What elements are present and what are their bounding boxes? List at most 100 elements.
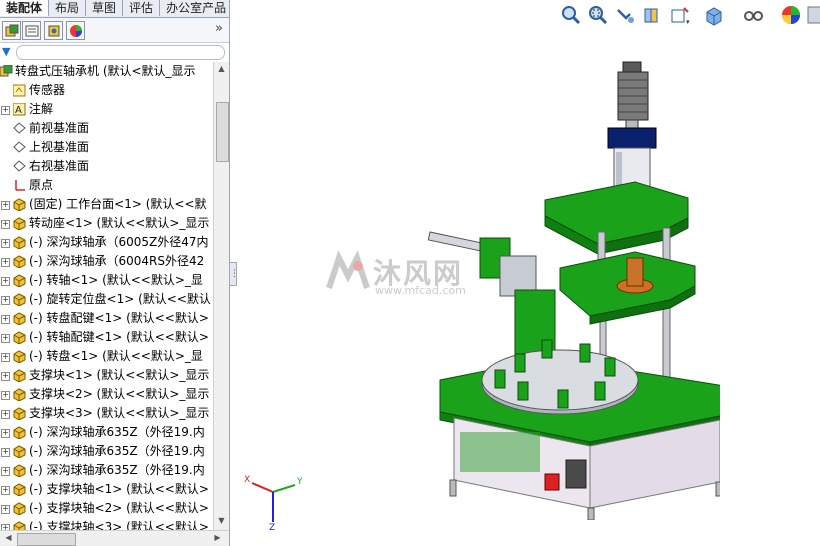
- zoom-to-fit-icon[interactable]: [560, 4, 582, 26]
- expand-toggle-icon[interactable]: +: [1, 372, 10, 381]
- previous-view-icon[interactable]: [614, 4, 636, 26]
- panel-splitter-handle[interactable]: ⋮: [229, 262, 239, 286]
- expand-toggle-icon[interactable]: +: [1, 429, 10, 438]
- feature-manager-panel: 装配体 布局 草图 评估 办公室产品 » ▼ 转盘式压轴承机 (默认<默认_显示…: [0, 0, 230, 546]
- tree-item-label: 转动座<1> (默认<<默认>_显示: [29, 216, 210, 230]
- annotation-icon: A: [13, 103, 26, 116]
- tab-assembly[interactable]: 装配体: [0, 0, 50, 16]
- coordinate-triad: X Y Z: [244, 475, 303, 530]
- part-icon: [13, 426, 26, 439]
- part-icon: [13, 502, 26, 515]
- part-icon: [13, 483, 26, 496]
- vertical-scroll-thumb[interactable]: [216, 102, 229, 162]
- expand-toggle-icon[interactable]: +: [1, 353, 10, 362]
- more-tabs-chevron-icon[interactable]: »: [215, 21, 223, 36]
- property-manager-tab-icon[interactable]: [22, 21, 41, 40]
- tab-office-products[interactable]: 办公室产品: [160, 0, 229, 16]
- tree-item[interactable]: 原点: [0, 176, 214, 195]
- scene-icon[interactable]: [806, 4, 820, 26]
- tree-item[interactable]: + (固定) 工作台面<1> (默认<<默: [0, 195, 214, 214]
- part-icon: [13, 255, 26, 268]
- expand-toggle-icon[interactable]: +: [1, 296, 10, 305]
- part-icon: [13, 331, 26, 344]
- tree-item[interactable]: 前视基准面: [0, 119, 214, 138]
- filter-icon[interactable]: ▼: [2, 45, 10, 58]
- display-style-icon[interactable]: [704, 4, 726, 26]
- tree-item[interactable]: + (-) 深沟球轴承635Z（外径19.内: [0, 442, 214, 461]
- tree-item[interactable]: + A 注解: [0, 100, 214, 119]
- part-icon: [13, 445, 26, 458]
- tree-item[interactable]: + 支撑块<3> (默认<<默认>_显示: [0, 404, 214, 423]
- appearance-icon[interactable]: [780, 4, 802, 26]
- expand-toggle-icon[interactable]: +: [1, 448, 10, 457]
- tree-item[interactable]: 右视基准面: [0, 157, 214, 176]
- hide-show-items-icon[interactable]: [742, 4, 764, 26]
- tree-item[interactable]: + (-) 支撑块轴<3> (默认<<默认>: [0, 518, 214, 530]
- tree-item-label: 支撑块<1> (默认<<默认>_显示: [29, 368, 210, 382]
- part-icon: [13, 369, 26, 382]
- tree-item-label: (-) 深沟球轴承（6004RS外径42: [29, 254, 205, 268]
- view-orientation-icon[interactable]: ▾: [669, 4, 691, 26]
- expand-toggle-icon[interactable]: +: [1, 467, 10, 476]
- expand-toggle-icon[interactable]: +: [1, 391, 10, 400]
- triad-z-label: Z: [269, 523, 275, 530]
- tab-layout[interactable]: 布局: [49, 0, 87, 16]
- part-icon: [13, 521, 26, 530]
- expand-toggle-icon[interactable]: +: [1, 220, 10, 229]
- expand-toggle-icon[interactable]: +: [1, 410, 10, 419]
- scroll-right-arrow-icon[interactable]: ▶: [212, 533, 223, 544]
- expand-toggle-icon[interactable]: +: [1, 258, 10, 267]
- part-icon: [13, 407, 26, 420]
- scroll-left-arrow-icon[interactable]: ◀: [3, 533, 14, 544]
- expand-toggle-icon[interactable]: +: [1, 106, 10, 115]
- tree-item[interactable]: + (-) 深沟球轴承（6005Z外径47内: [0, 233, 214, 252]
- expand-toggle-icon[interactable]: +: [1, 486, 10, 495]
- tab-evaluate[interactable]: 评估: [123, 0, 161, 16]
- tree-item[interactable]: 传感器: [0, 81, 214, 100]
- display-manager-tab-icon[interactable]: [66, 21, 85, 40]
- feature-manager-tab-icon[interactable]: [2, 21, 21, 40]
- tree-item[interactable]: + (-) 深沟球轴承635Z（外径19.内: [0, 423, 214, 442]
- plane-icon: [13, 141, 26, 153]
- tree-item[interactable]: 转盘式压轴承机 (默认<默认_显示: [0, 62, 214, 81]
- tree-item[interactable]: + (-) 转盘<1> (默认<<默认>_显: [0, 347, 214, 366]
- tree-item[interactable]: + (-) 深沟球轴承635Z（外径19.内: [0, 461, 214, 480]
- tree-item[interactable]: + (-) 转盘配键<1> (默认<<默认>: [0, 309, 214, 328]
- expand-toggle-icon[interactable]: +: [1, 239, 10, 248]
- tree-item[interactable]: + (-) 支撑块轴<2> (默认<<默认>: [0, 499, 214, 518]
- tree-item[interactable]: + 支撑块<1> (默认<<默认>_显示: [0, 366, 214, 385]
- zoom-to-area-icon[interactable]: [587, 4, 609, 26]
- tree-item-label: 转盘式压轴承机 (默认<默认_显示: [15, 64, 196, 78]
- tree-item[interactable]: + (-) 转轴配键<1> (默认<<默认>: [0, 328, 214, 347]
- tree-item[interactable]: + (-) 深沟球轴承（6004RS外径42: [0, 252, 214, 271]
- tree-item-label: (-) 旋转定位盘<1> (默认<<默认: [29, 292, 211, 306]
- expand-toggle-icon[interactable]: +: [1, 201, 10, 210]
- triad-y-label: Y: [296, 477, 303, 487]
- horizontal-scroll-thumb[interactable]: [17, 533, 76, 546]
- filter-input[interactable]: [16, 45, 225, 60]
- configuration-manager-tab-icon[interactable]: [44, 21, 63, 40]
- vertical-scrollbar[interactable]: ▲ ▼: [213, 62, 229, 530]
- tree-item[interactable]: + (-) 旋转定位盘<1> (默认<<默认: [0, 290, 214, 309]
- expand-toggle-icon[interactable]: +: [1, 315, 10, 324]
- part-icon: [13, 464, 26, 477]
- tree-item[interactable]: 上视基准面: [0, 138, 214, 157]
- part-icon: [13, 293, 26, 306]
- expand-toggle-icon[interactable]: +: [1, 277, 10, 286]
- tree-item[interactable]: + (-) 支撑块轴<1> (默认<<默认>: [0, 480, 214, 499]
- tree-item[interactable]: + (-) 转轴<1> (默认<<默认>_显: [0, 271, 214, 290]
- assembly-3d-model[interactable]: [420, 40, 720, 520]
- scroll-down-arrow-icon[interactable]: ▼: [216, 516, 227, 527]
- svg-text:A: A: [15, 105, 22, 116]
- tree-item-label: (-) 支撑块轴<2> (默认<<默认>: [29, 501, 209, 515]
- plane-icon: [13, 122, 26, 134]
- section-view-icon[interactable]: [641, 4, 663, 26]
- scroll-up-arrow-icon[interactable]: ▲: [216, 64, 227, 75]
- tree-item[interactable]: + 转动座<1> (默认<<默认>_显示: [0, 214, 214, 233]
- tree-item-label: 支撑块<2> (默认<<默认>_显示: [29, 387, 210, 401]
- horizontal-scrollbar[interactable]: ◀ ▶: [0, 530, 229, 546]
- expand-toggle-icon[interactable]: +: [1, 334, 10, 343]
- tab-sketch[interactable]: 草图: [86, 0, 124, 16]
- expand-toggle-icon[interactable]: +: [1, 505, 10, 514]
- tree-item[interactable]: + 支撑块<2> (默认<<默认>_显示: [0, 385, 214, 404]
